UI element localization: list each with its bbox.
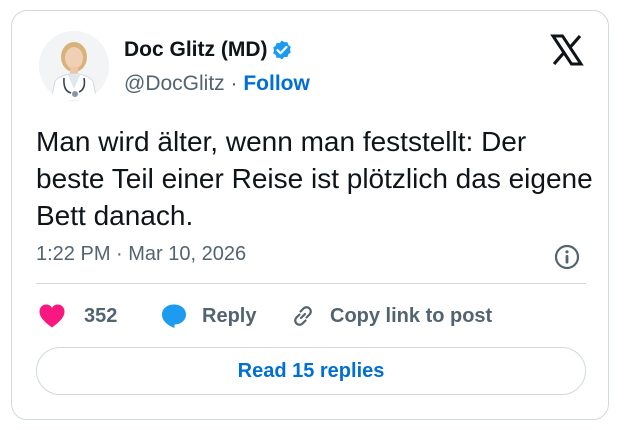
tweet-text: Man wird älter, wenn man feststellt: Der… (36, 126, 593, 231)
read-replies-button[interactable]: Read 15 replies (36, 347, 586, 395)
x-logo-icon[interactable] (550, 33, 584, 67)
follow-link[interactable]: Follow (243, 72, 310, 95)
info-icon[interactable] (553, 243, 581, 271)
copy-link-label: Copy link to post (330, 304, 493, 327)
link-icon (294, 306, 312, 326)
avatar-photo-icon (39, 31, 109, 101)
timestamp[interactable]: 1:22 PM · Mar 10, 2026 (36, 243, 246, 266)
like-button[interactable]: 352 (38, 301, 117, 331)
verified-badge-icon (273, 40, 291, 60)
tweet-card: Doc Glitz (MD) @DocGlitz · Follow Man wi… (11, 10, 609, 420)
reply-button[interactable]: Reply (160, 301, 256, 331)
copy-link-button[interactable]: Copy link to post (288, 301, 492, 331)
handle-separator: · (230, 72, 238, 95)
read-replies-label: Read 15 replies (237, 359, 385, 382)
like-count: 352 (84, 304, 118, 327)
divider (36, 283, 586, 284)
display-name[interactable]: Doc Glitz (MD) (124, 38, 267, 62)
handle-row: @DocGlitz · Follow (124, 72, 310, 96)
avatar[interactable] (39, 31, 109, 101)
reply-label: Reply (202, 304, 257, 327)
reply-bubble-icon (162, 304, 186, 328)
heart-icon (39, 304, 65, 328)
handle[interactable]: @DocGlitz (124, 72, 225, 95)
